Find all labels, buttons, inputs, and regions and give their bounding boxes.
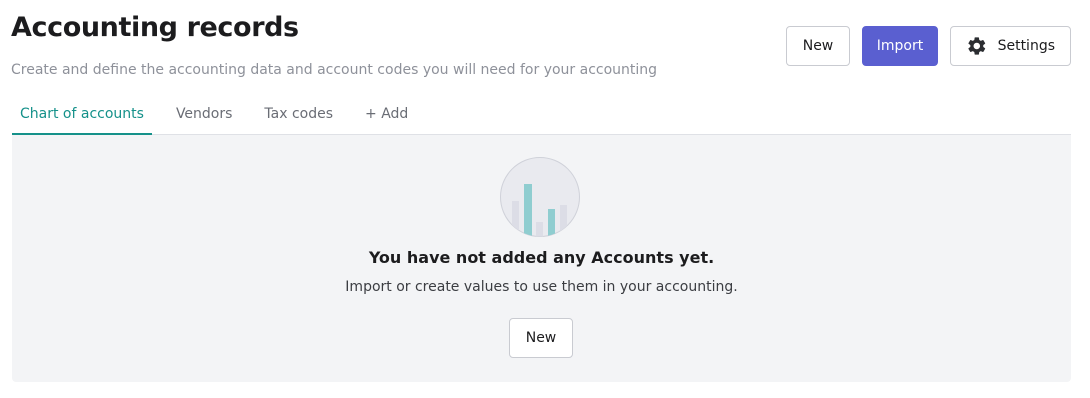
empty-state-description: Import or create values to use them in y… (345, 279, 738, 295)
tab-chart-of-accounts[interactable]: Chart of accounts (12, 96, 152, 135)
empty-state-heading: You have not added any Accounts yet. (368, 248, 715, 267)
page-subtitle: Create and define the accounting data an… (11, 62, 658, 78)
bar-chart-illustration (500, 157, 580, 237)
tab-tax-codes[interactable]: Tax codes (264, 96, 333, 134)
tab-vendors[interactable]: Vendors (176, 96, 232, 134)
page-title: Accounting records (11, 12, 299, 43)
header-actions: New Import Settings (786, 26, 1071, 66)
new-button[interactable]: New (786, 26, 850, 66)
settings-button[interactable]: Settings (950, 26, 1071, 66)
empty-state-panel: You have not added any Accounts yet. Imp… (12, 135, 1071, 382)
empty-state-new-button[interactable]: New (509, 318, 573, 358)
gear-icon (968, 37, 986, 55)
tab-bar: Chart of accounts Vendors Tax codes + Ad… (12, 96, 1071, 135)
import-button[interactable]: Import (862, 26, 938, 66)
tab-add[interactable]: + Add (365, 96, 408, 134)
settings-button-label: Settings (997, 38, 1055, 54)
accounting-records-page: Accounting records Create and define the… (0, 0, 1090, 398)
